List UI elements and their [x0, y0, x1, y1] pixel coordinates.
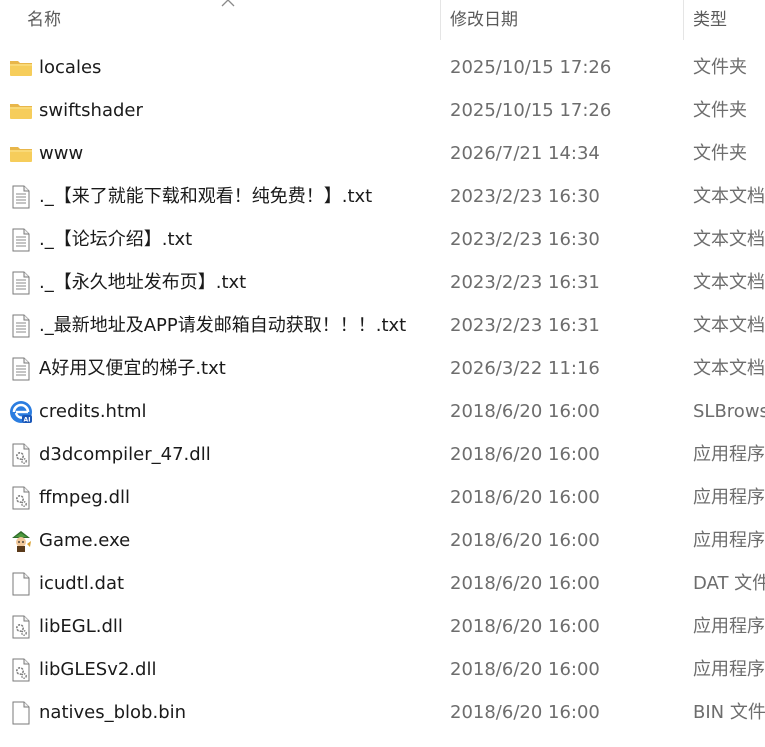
- file-row[interactable]: A好用又便宜的梯子.txt 2026/3/22 11:16 文本文档: [0, 347, 765, 390]
- dll-file-icon: [9, 486, 33, 510]
- file-modified-date: 2023/2/23 16:31: [450, 272, 600, 293]
- browser-html-icon: AI: [9, 400, 33, 424]
- file-name: credits.html: [39, 401, 147, 422]
- file-modified-date: 2018/6/20 16:00: [450, 530, 600, 551]
- file-name: ._【来了就能下载和观看！纯免费！】.txt: [39, 186, 373, 207]
- file-name: d3dcompiler_47.dll: [39, 444, 211, 465]
- blank-file-icon: [9, 572, 33, 596]
- column-header-bar: 名称 修改日期 类型: [0, 0, 765, 40]
- file-type: 应用程序扩展: [693, 444, 765, 465]
- file-row[interactable]: icudtl.dat 2018/6/20 16:00 DAT 文件: [0, 562, 765, 605]
- file-name: locales: [39, 57, 102, 78]
- file-type: 文本文档: [693, 186, 765, 207]
- dll-file-icon: [9, 443, 33, 467]
- file-row[interactable]: www 2026/7/21 14:34 文件夹: [0, 132, 765, 175]
- file-type: 文本文档: [693, 272, 765, 293]
- file-row[interactable]: locales 2025/10/15 17:26 文件夹: [0, 46, 765, 89]
- file-name: libEGL.dll: [39, 616, 123, 637]
- file-type: 文本文档: [693, 229, 765, 250]
- file-type: 文本文档: [693, 315, 765, 336]
- file-modified-date: 2018/6/20 16:00: [450, 487, 600, 508]
- text-file-icon: [9, 357, 33, 381]
- dll-file-icon: [9, 658, 33, 682]
- file-row[interactable]: d3dcompiler_47.dll 2018/6/20 16:00 应用程序扩展: [0, 433, 765, 476]
- text-file-icon: [9, 228, 33, 252]
- file-name: A好用又便宜的梯子.txt: [39, 358, 226, 379]
- file-modified-date: 2018/6/20 16:00: [450, 444, 600, 465]
- file-list: locales 2025/10/15 17:26 文件夹 swiftshader 202…: [0, 46, 765, 734]
- file-modified-date: 2018/6/20 16:00: [450, 573, 600, 594]
- file-row[interactable]: ._【永久地址发布页】.txt 2023/2/23 16:31 文本文档: [0, 261, 765, 304]
- file-type: 应用程序: [693, 530, 765, 551]
- folder-icon: [9, 142, 33, 166]
- file-row[interactable]: libEGL.dll 2018/6/20 16:00 应用程序扩展: [0, 605, 765, 648]
- text-file-icon: [9, 185, 33, 209]
- file-name: www: [39, 143, 84, 164]
- file-type: 应用程序扩展: [693, 616, 765, 637]
- file-modified-date: 2025/10/15 17:26: [450, 57, 612, 78]
- file-modified-date: 2026/7/21 14:34: [450, 143, 600, 164]
- dll-file-icon: [9, 615, 33, 639]
- file-row[interactable]: ._【来了就能下载和观看！纯免费！】.txt 2023/2/23 16:30 文本文…: [0, 175, 765, 218]
- column-header-name[interactable]: 名称: [0, 0, 440, 40]
- file-modified-date: 2025/10/15 17:26: [450, 100, 612, 121]
- file-row[interactable]: ._最新地址及APP请发邮箱自动获取！！！.txt 2023/2/23 16:31…: [0, 304, 765, 347]
- file-row[interactable]: ffmpeg.dll 2018/6/20 16:00 应用程序扩展: [0, 476, 765, 519]
- file-type: 文件夹: [693, 100, 747, 121]
- folder-icon: [9, 56, 33, 80]
- file-row[interactable]: ._【论坛介绍】.txt 2023/2/23 16:30 文本文档: [0, 218, 765, 261]
- file-name: ._【论坛介绍】.txt: [39, 229, 193, 250]
- file-name: Game.exe: [39, 530, 131, 551]
- file-modified-date: 2018/6/20 16:00: [450, 659, 600, 680]
- file-row[interactable]: swiftshader 2025/10/15 17:26 文件夹: [0, 89, 765, 132]
- file-name: libGLESv2.dll: [39, 659, 157, 680]
- file-type: 文本文档: [693, 358, 765, 379]
- file-row[interactable]: AI credits.html 2018/6/20 16:00 SLBrowser: [0, 390, 765, 433]
- folder-icon: [9, 99, 33, 123]
- file-row[interactable]: Game.exe 2018/6/20 16:00 应用程序: [0, 519, 765, 562]
- file-name: icudtl.dat: [39, 573, 125, 594]
- file-type: 文件夹: [693, 143, 747, 164]
- file-name: ._最新地址及APP请发邮箱自动获取！！！.txt: [39, 315, 407, 336]
- file-name: ._【永久地址发布页】.txt: [39, 272, 247, 293]
- blank-file-icon: [9, 701, 33, 725]
- file-name: natives_blob.bin: [39, 702, 187, 723]
- file-type: DAT 文件: [693, 573, 765, 594]
- file-type: SLBrowser: [693, 401, 765, 422]
- svg-text:AI: AI: [24, 417, 31, 424]
- column-header-type[interactable]: 类型: [684, 0, 765, 40]
- file-modified-date: 2018/6/20 16:00: [450, 401, 600, 422]
- file-name: swiftshader: [39, 100, 143, 121]
- file-modified-date: 2023/2/23 16:31: [450, 315, 600, 336]
- file-row[interactable]: libGLESv2.dll 2018/6/20 16:00 应用程序扩展: [0, 648, 765, 691]
- file-modified-date: 2018/6/20 16:00: [450, 702, 600, 723]
- text-file-icon: [9, 271, 33, 295]
- file-type: 文件夹: [693, 57, 747, 78]
- file-name: ffmpeg.dll: [39, 487, 131, 508]
- file-modified-date: 2018/6/20 16:00: [450, 616, 600, 637]
- file-row[interactable]: natives_blob.bin 2018/6/20 16:00 BIN 文件: [0, 691, 765, 734]
- text-file-icon: [9, 314, 33, 338]
- file-type: 应用程序扩展: [693, 487, 765, 508]
- file-modified-date: 2023/2/23 16:30: [450, 229, 600, 250]
- game-exe-icon: [9, 529, 33, 553]
- file-type: BIN 文件: [693, 702, 765, 723]
- file-type: 应用程序扩展: [693, 659, 765, 680]
- file-modified-date: 2023/2/23 16:30: [450, 186, 600, 207]
- file-modified-date: 2026/3/22 11:16: [450, 358, 600, 379]
- column-header-date[interactable]: 修改日期: [441, 0, 683, 40]
